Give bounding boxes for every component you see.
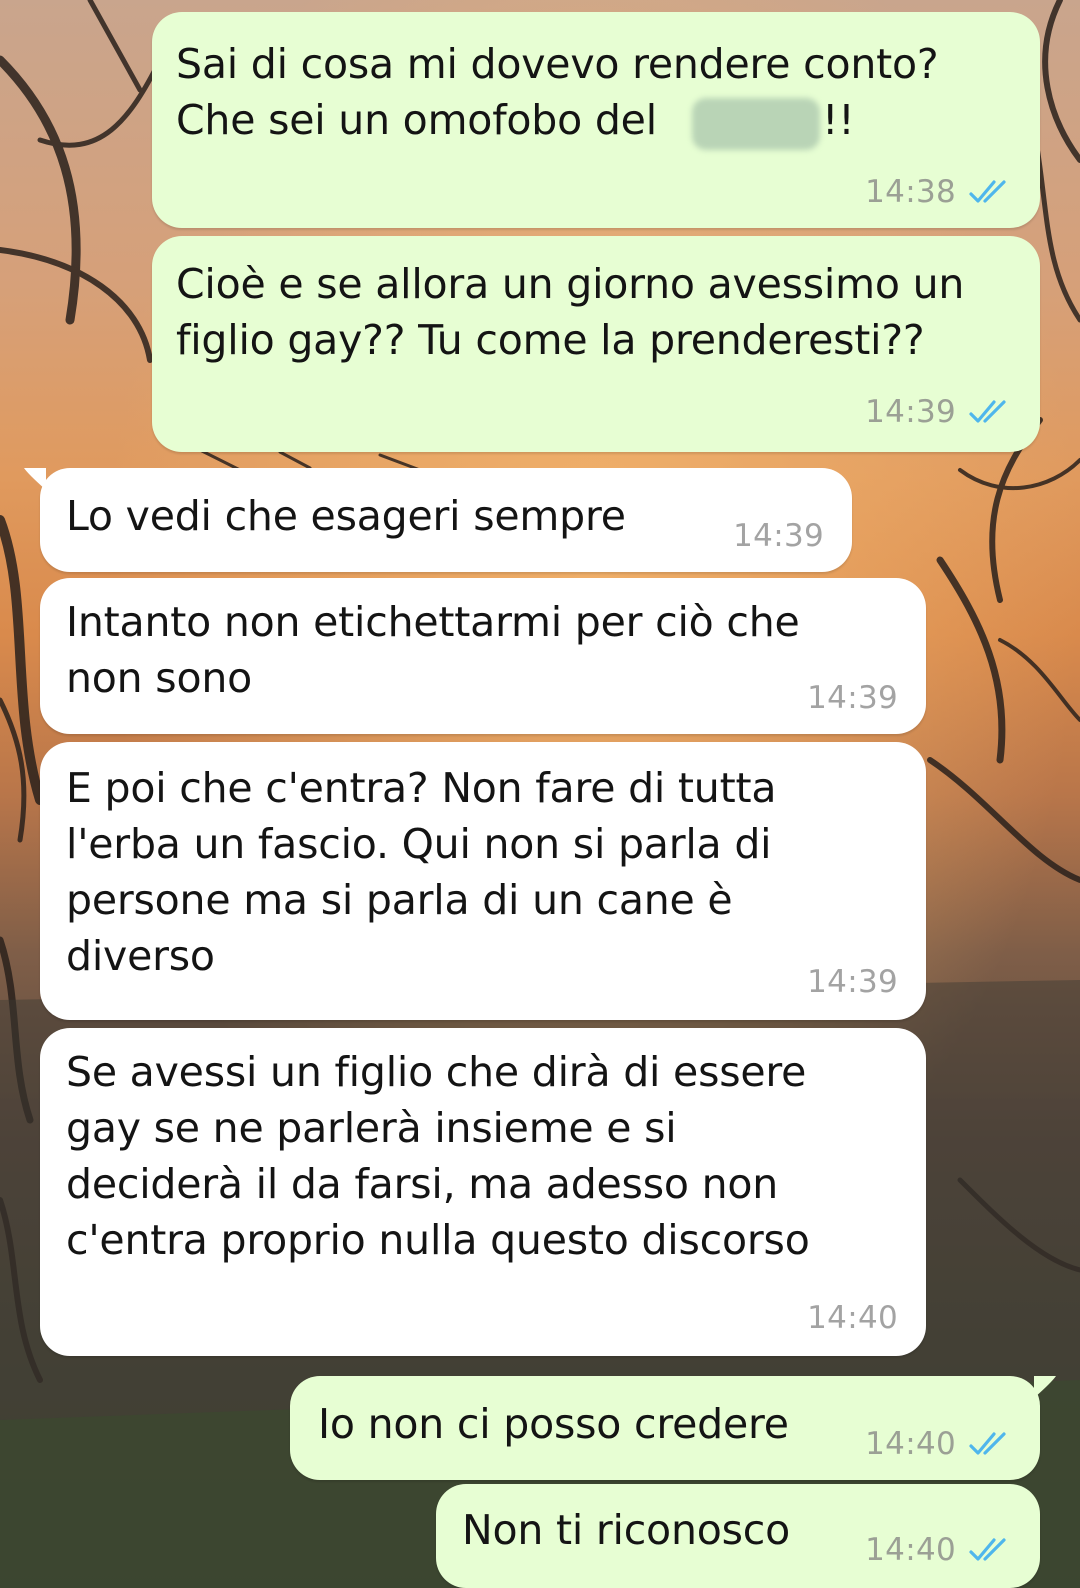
message-text-line: Io non ci posso credere [318, 1400, 789, 1448]
double-check-icon [969, 1432, 1006, 1455]
message-bubble-outgoing[interactable]: Non ti riconosco 14:40 [436, 1484, 1040, 1588]
message-time: 14:40 [865, 1532, 956, 1568]
message-time: 14:39 [865, 394, 956, 430]
redaction-blur [692, 98, 820, 150]
double-check-icon [969, 400, 1006, 423]
message-time: 14:39 [733, 518, 824, 554]
bubble-tail [24, 468, 46, 490]
message-bubble-incoming[interactable]: E poi che c'entra? Non fare di tutta l'e… [40, 742, 926, 1020]
message-bubble-outgoing[interactable]: Cioè e se allora un giorno avessimo un f… [152, 236, 1040, 452]
message-time: 14:40 [865, 1426, 956, 1462]
message-text-line: l'erba un fascio. Qui non si parla di [66, 820, 772, 868]
message-meta: 14:40 [807, 1298, 898, 1338]
message-text-line: E poi che c'entra? Non fare di tutta [66, 764, 777, 812]
message-text-suffix: !! [822, 96, 855, 144]
double-check-icon [969, 1538, 1006, 1561]
message-time: 14:40 [807, 1300, 898, 1336]
message-meta: 14:40 [865, 1424, 1012, 1464]
message-text-line: Che sei un omofobo del [176, 96, 670, 144]
message-text-line: figlio gay?? Tu come la prenderesti?? [176, 316, 925, 364]
message-meta: 14:39 [807, 962, 898, 1002]
message-text-line: Non ti riconosco [462, 1506, 791, 1554]
message-time: 14:38 [865, 174, 956, 210]
message-text-line: deciderà il da farsi, ma adesso non [66, 1160, 779, 1208]
message-text-line: Cioè e se allora un giorno avessimo un [176, 260, 965, 308]
message-bubble-outgoing[interactable]: Io non ci posso credere 14:40 [290, 1376, 1040, 1480]
message-text-line: Sai di cosa mi dovevo rendere conto? [176, 40, 939, 88]
message-text-line: Lo vedi che esageri sempre [66, 492, 626, 540]
message-bubble-incoming[interactable]: Lo vedi che esageri sempre 14:39 [40, 468, 852, 572]
message-text-line: non sono [66, 654, 253, 702]
message-bubble-outgoing[interactable]: Sai di cosa mi dovevo rendere conto? Che… [152, 12, 1040, 228]
message-text-line: Se avessi un figlio che dirà di essere [66, 1048, 807, 1096]
message-meta: 14:39 [865, 392, 1012, 432]
message-time: 14:39 [807, 964, 898, 1000]
message-text-line: diverso [66, 932, 215, 980]
bubble-tail [1034, 1376, 1056, 1398]
message-text-line: Intanto non etichettarmi per ciò che [66, 598, 800, 646]
message-meta: 14:38 [865, 172, 1012, 212]
message-bubble-incoming[interactable]: Intanto non etichettarmi per ciò che non… [40, 578, 926, 734]
double-check-icon [969, 180, 1006, 203]
message-meta: 14:40 [865, 1530, 1012, 1570]
message-text-line: c'entra proprio nulla questo discorso [66, 1216, 810, 1264]
message-meta: 14:39 [807, 678, 898, 718]
message-time: 14:39 [807, 680, 898, 716]
message-meta: 14:39 [733, 516, 824, 556]
message-text-line: gay se ne parlerà insieme e si [66, 1104, 677, 1152]
message-text-line: persone ma si parla di un cane è [66, 876, 733, 924]
message-bubble-incoming[interactable]: Se avessi un figlio che dirà di essere g… [40, 1028, 926, 1356]
